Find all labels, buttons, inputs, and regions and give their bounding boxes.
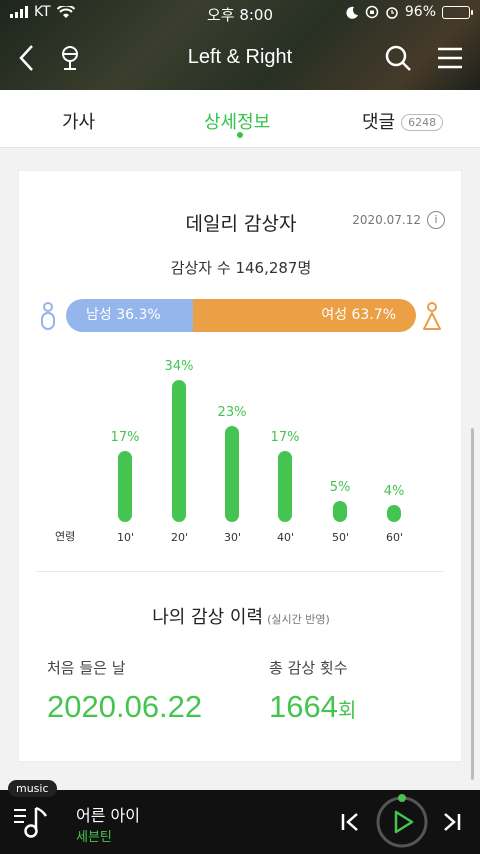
age-tick-label: 30': [224, 531, 242, 544]
age-chart: 연령 17% 10' 34% 20' 23% 30' 17% 40' 5% 50' 4% 60': [19, 356, 463, 546]
battery-icon: [442, 5, 473, 19]
play-count-unit: 회: [337, 700, 357, 722]
next-icon[interactable]: [440, 810, 464, 834]
age-bar: [172, 380, 186, 522]
search-icon[interactable]: [382, 42, 414, 74]
play-button[interactable]: [372, 790, 432, 854]
age-tick-label: 40': [277, 531, 295, 544]
age-axis-label: 연령: [55, 530, 76, 543]
battery-percent: 96%: [404, 4, 436, 20]
age-percent-label: 17%: [270, 430, 300, 445]
orientation-lock-icon: [365, 5, 379, 19]
history-note: (실시간 반영): [267, 613, 330, 626]
age-percent-label: 34%: [164, 359, 194, 374]
play-count-label: 총 감상 횟수: [269, 659, 348, 677]
menu-icon[interactable]: [434, 42, 466, 74]
mini-player[interactable]: 어른 아이 세븐틴: [0, 790, 480, 854]
divider: [37, 571, 443, 572]
active-tab-indicator: [237, 132, 243, 138]
comment-count-badge: 6248: [401, 114, 444, 131]
play-count-number: 1664: [269, 689, 338, 724]
female-segment: 여성 63.7%: [193, 299, 416, 332]
age-bar: [118, 451, 132, 522]
play-count-value: 1664회: [269, 689, 356, 725]
playlist-icon[interactable]: [12, 804, 52, 840]
tab-comments-label: 댓글: [362, 112, 396, 133]
age-percent-label: 5%: [329, 480, 351, 496]
age-bar: [278, 451, 292, 522]
age-tick-label: 60': [386, 531, 404, 544]
alarm-icon: [386, 7, 398, 19]
scrollbar[interactable]: [471, 428, 474, 780]
tab-bar: 가사 상세정보 댓글 6248: [0, 90, 480, 148]
age-percent-label: 17%: [110, 430, 140, 445]
age-bar: [387, 505, 401, 522]
age-tick-label: 20': [171, 531, 189, 544]
age-percent-label: 4%: [383, 484, 405, 500]
status-bar: KT 오후 8:00 96%: [0, 0, 480, 26]
info-icon[interactable]: i: [427, 211, 445, 229]
male-segment: 남성 36.3%: [66, 299, 194, 332]
stats-date: 2020.07.12: [352, 213, 421, 227]
tab-lyrics[interactable]: 가사: [62, 108, 95, 134]
artist-name: 세븐틴: [76, 830, 112, 845]
gender-ratio-bar: 남성 36.3% 여성 63.7%: [66, 299, 416, 332]
music-tag: music: [8, 780, 57, 797]
navbar: Left & Right: [0, 30, 480, 86]
history-title: 나의 감상 이력 (실시간 반영): [19, 603, 463, 629]
age-bar: [333, 501, 347, 522]
male-icon: [41, 302, 55, 330]
age-bar: [225, 425, 239, 522]
first-listen-label: 처음 들은 날: [47, 659, 126, 677]
song-title: 어른 아이: [76, 806, 140, 825]
age-tick-label: 50': [332, 531, 350, 544]
tab-comments[interactable]: 댓글 6248: [362, 108, 444, 134]
tab-details[interactable]: 상세정보: [204, 108, 270, 134]
listener-count: 감상자 수 146,287명: [170, 259, 312, 277]
previous-icon[interactable]: [338, 810, 362, 834]
moon-icon: [346, 6, 358, 19]
stats-card: 데일리 감상자 2020.07.12 i 감상자 수 146,287명 남성 3…: [18, 170, 462, 762]
history-title-text: 나의 감상 이력: [152, 607, 264, 628]
first-listen-date: 2020.06.22: [47, 689, 203, 724]
age-percent-label: 23%: [217, 404, 247, 420]
female-icon: [423, 302, 441, 330]
age-tick-label: 10': [117, 531, 135, 544]
